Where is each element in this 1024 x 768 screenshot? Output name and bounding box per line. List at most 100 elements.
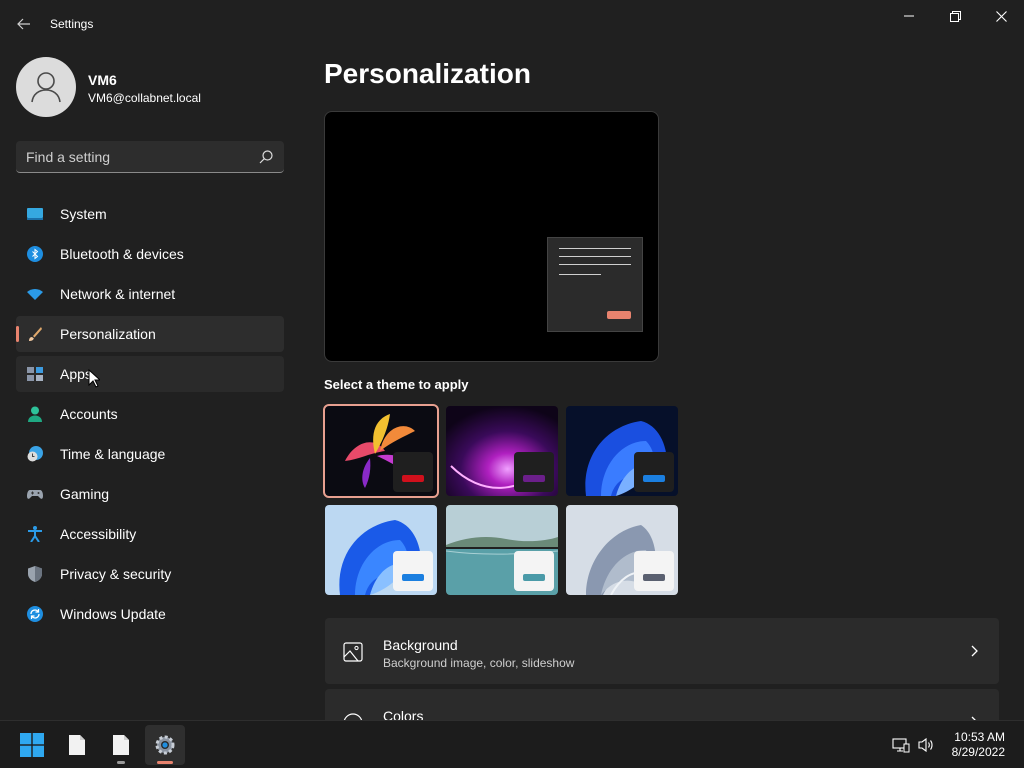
theme-tile-dark-bloom[interactable]: [566, 406, 678, 496]
theme-mini-window: [634, 452, 674, 492]
taskbar-app-file-2[interactable]: [101, 725, 141, 765]
theme-tile-lake[interactable]: [446, 505, 558, 595]
page-title: Personalization: [324, 58, 531, 89]
sidebar-item-label: Windows Update: [60, 606, 166, 622]
theme-mini-window: [514, 551, 554, 591]
avatar[interactable]: [16, 57, 76, 117]
wifi-icon: [27, 289, 43, 300]
theme-mini-window: [393, 551, 433, 591]
sidebar-item-label: Apps: [60, 366, 92, 382]
minimize-icon: [904, 15, 914, 17]
sidebar-item-accessibility[interactable]: Accessibility: [16, 516, 284, 552]
taskbar-app-file-1[interactable]: [57, 725, 97, 765]
theme-tile-purple-glow[interactable]: [446, 406, 558, 496]
search-input[interactable]: [16, 141, 246, 172]
gamepad-icon: [27, 490, 43, 499]
sidebar-item-label: Gaming: [60, 486, 110, 502]
shield-icon: [28, 566, 42, 582]
sidebar-item-windows-update[interactable]: Windows Update: [16, 596, 284, 632]
chevron-right-icon: [971, 645, 978, 657]
sidebar-item-bluetooth[interactable]: Bluetooth & devices: [16, 236, 284, 272]
gear-icon: [155, 735, 175, 755]
document-icon: [113, 735, 129, 755]
windows-logo-icon: [20, 733, 44, 757]
bluetooth-icon: [27, 246, 43, 262]
start-button[interactable]: [12, 725, 52, 765]
preview-accent-button: [607, 311, 631, 319]
restore-icon: [949, 10, 961, 22]
clock-globe-icon: [27, 446, 43, 462]
preview-text-line: [559, 256, 631, 257]
sidebar-item-personalization[interactable]: Personalization: [16, 316, 284, 352]
colors-setting-card[interactable]: Colors: [325, 689, 999, 720]
restore-button[interactable]: [932, 0, 978, 32]
theme-accent-swatch: [643, 574, 665, 581]
theme-grid: [323, 404, 679, 596]
sidebar-item-label: Accounts: [60, 406, 118, 422]
preview-text-line: [559, 264, 631, 265]
sidebar-item-time-language[interactable]: Time & language: [16, 436, 284, 472]
system-clock[interactable]: 10:53 AM 8/29/2022: [952, 730, 1005, 760]
update-icon: [27, 606, 43, 622]
volume-icon[interactable]: [917, 736, 935, 754]
user-email: VM6@collabnet.local: [88, 91, 201, 105]
theme-accent-swatch: [523, 574, 545, 581]
sidebar-item-label: Time & language: [60, 446, 166, 462]
theme-section-label: Select a theme to apply: [324, 377, 469, 392]
image-icon: [343, 642, 363, 662]
theme-mini-window: [514, 452, 554, 492]
user-avatar-icon: [31, 72, 61, 103]
sidebar-item-apps[interactable]: Apps: [16, 356, 284, 392]
sidebar-item-label: Network & internet: [60, 286, 176, 302]
theme-accent-swatch: [643, 475, 665, 482]
search-icon[interactable]: [258, 149, 274, 165]
theme-accent-swatch: [523, 475, 545, 482]
preview-text-line: [559, 274, 601, 275]
theme-mini-window: [634, 551, 674, 591]
window-title: Settings: [50, 17, 94, 31]
back-button[interactable]: [10, 12, 38, 36]
document-icon: [69, 735, 85, 755]
sidebar-item-label: Accessibility: [60, 526, 137, 542]
title-bar: Settings: [0, 0, 1024, 48]
sidebar-item-system[interactable]: System: [16, 196, 284, 232]
theme-tile-light-bloom[interactable]: [325, 505, 437, 595]
card-title: Background: [383, 637, 458, 653]
sidebar-item-label: System: [60, 206, 107, 222]
sidebar-item-label: Privacy & security: [60, 566, 172, 582]
network-icon[interactable]: [892, 736, 910, 754]
clock-time: 10:53 AM: [954, 730, 1005, 744]
close-icon: [995, 10, 1007, 22]
theme-mini-window: [393, 452, 433, 492]
minimize-button[interactable]: [886, 0, 932, 32]
card-title: Colors: [383, 708, 424, 720]
close-button[interactable]: [978, 0, 1024, 32]
theme-tile-silver-flow[interactable]: [566, 505, 678, 595]
running-indicator: [117, 761, 125, 764]
sidebar-item-gaming[interactable]: Gaming: [16, 476, 284, 512]
sidebar-item-network[interactable]: Network & internet: [16, 276, 284, 312]
paintbrush-icon: [29, 327, 42, 341]
back-arrow-icon: [17, 18, 30, 30]
person-icon: [28, 406, 42, 422]
apps-icon: [27, 367, 43, 381]
clock-date: 8/29/2022: [951, 745, 1005, 759]
sidebar-nav: System Bluetooth & devices Network & int…: [16, 196, 284, 636]
palette-icon: [343, 713, 363, 720]
sidebar-item-accounts[interactable]: Accounts: [16, 396, 284, 432]
active-indicator: [16, 326, 19, 342]
preview-text-line: [559, 248, 631, 249]
taskbar-app-settings[interactable]: [145, 725, 185, 765]
theme-accent-swatch: [402, 475, 424, 482]
sidebar-item-label: Personalization: [60, 326, 156, 342]
background-setting-card[interactable]: Background Background image, color, slid…: [325, 618, 999, 684]
active-app-indicator: [157, 761, 173, 764]
taskbar: 10:53 AM 8/29/2022: [0, 720, 1024, 768]
accessibility-icon: [28, 526, 42, 542]
theme-preview: [324, 111, 659, 362]
search-box[interactable]: [16, 141, 284, 173]
theme-tile-glow-flower[interactable]: [323, 404, 439, 498]
sidebar-item-label: Bluetooth & devices: [60, 246, 184, 262]
user-name: VM6: [88, 72, 117, 88]
sidebar-item-privacy[interactable]: Privacy & security: [16, 556, 284, 592]
